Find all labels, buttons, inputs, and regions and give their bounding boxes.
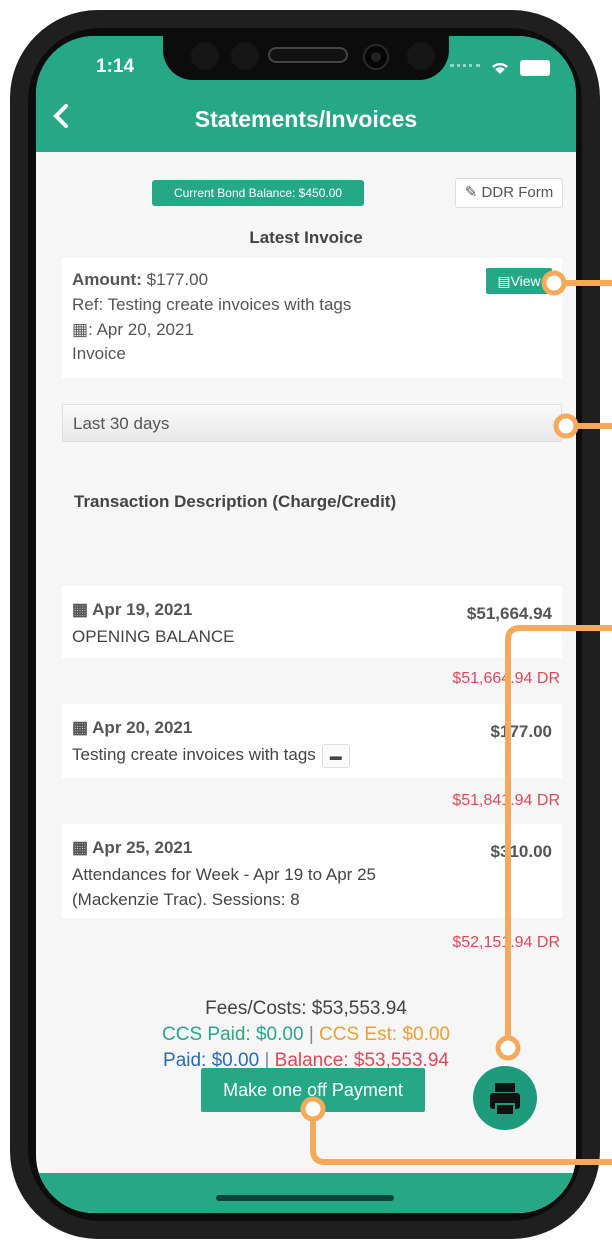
callout-line: [310, 1106, 612, 1165]
callout-line: [505, 625, 612, 1051]
callout-marker: [495, 1035, 521, 1061]
callout-marker: [541, 270, 567, 296]
callout-marker: [300, 1096, 326, 1122]
callout-overlay: [300, 270, 612, 1165]
callout-marker: [553, 413, 579, 439]
